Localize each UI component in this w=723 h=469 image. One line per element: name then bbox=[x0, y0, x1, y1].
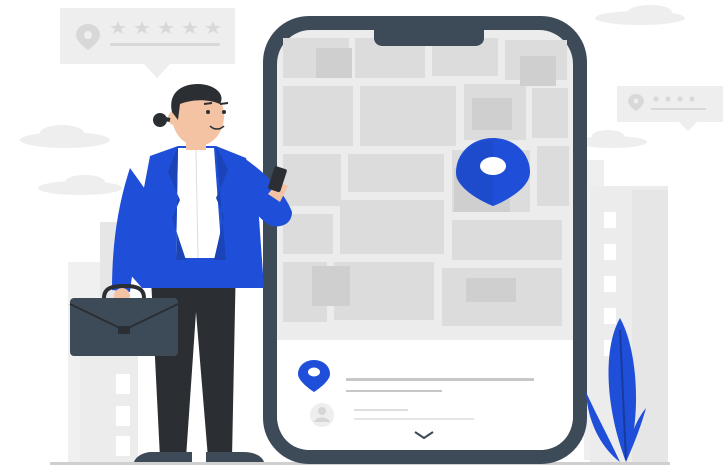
location-card[interactable] bbox=[277, 340, 573, 450]
review-bubble-right bbox=[617, 86, 723, 131]
user-avatar-icon bbox=[310, 403, 334, 427]
cloud-left-lower bbox=[38, 175, 122, 195]
smartphone bbox=[263, 16, 587, 464]
location-search-illustration bbox=[20, 5, 723, 465]
cloud-left bbox=[20, 125, 110, 148]
cloud-right-top bbox=[595, 5, 685, 25]
cloud-right-mid bbox=[577, 130, 647, 148]
review-bubble-left bbox=[60, 8, 235, 78]
